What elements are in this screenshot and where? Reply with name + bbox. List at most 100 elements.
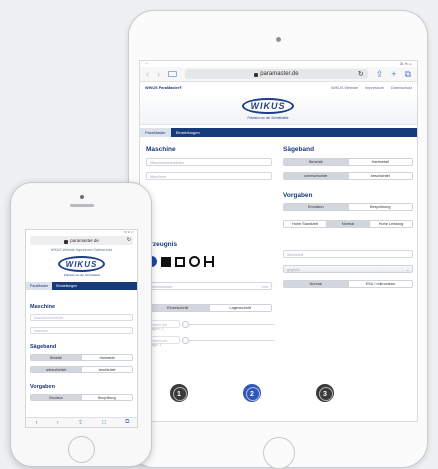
segment-bimetall[interactable]: Bimetall	[31, 355, 81, 360]
material-segment: Bimetall Hartmetall	[283, 158, 413, 166]
tabs-icon[interactable]: ⧉	[405, 69, 411, 79]
segment-lagenschnitt[interactable]: Lagenschnitt	[208, 305, 271, 311]
heading-vorgaben: Vorgaben	[283, 192, 313, 199]
select-value: geglüht	[287, 267, 300, 272]
slider-track	[184, 340, 274, 341]
lock-icon	[64, 239, 69, 244]
heading-vorgaben: Vorgaben	[30, 384, 55, 390]
slider-anzahl-pro-lage: Anzahl pro Lage: 1	[146, 336, 274, 347]
logo-tagline: Präzision an der Schnittstelle	[247, 116, 289, 120]
logo-text: WIKUS	[65, 259, 98, 269]
step-3-button[interactable]: 3	[316, 384, 334, 402]
werkstoff-profile-segment: Normal ESU / mikroclean	[283, 280, 413, 288]
chevron-right-icon[interactable]: ›	[157, 69, 160, 79]
share-icon[interactable]: ⇪	[376, 69, 384, 79]
site-brand: WIKUS ParaMaster®	[145, 86, 182, 90]
address-bar[interactable]: paramaster.de ↻	[30, 236, 133, 245]
segment-hartmetall[interactable]: Hartmetall	[81, 355, 132, 360]
segment-beschichtet[interactable]: beschichtet	[347, 173, 412, 179]
beam-profile-icon[interactable]	[204, 256, 214, 267]
schnitt-segment: Einzelschnitt Lagenschnitt	[146, 304, 272, 312]
heading-maschine: Maschine	[30, 304, 56, 310]
browser-bottom-toolbar: ‹ › ⇪ □ ⧉	[26, 417, 137, 427]
share-icon[interactable]: ⇪	[78, 419, 83, 426]
unit-label: mm	[261, 284, 268, 289]
segment-normal-profile[interactable]: Normal	[284, 281, 348, 287]
battery-status: 31 % ▭	[399, 62, 412, 66]
link-impressum[interactable]: Impressum	[365, 86, 384, 90]
tab-paramaster[interactable]: ParaMaster	[26, 282, 53, 290]
bookmarks-icon[interactable]	[168, 71, 177, 77]
browser-toolbar: ‹ › paramaster.de ↻ ⇪ + ⧉	[140, 67, 417, 82]
iphone-speaker	[70, 204, 94, 207]
coating-segment: unbeschichtet beschichtet	[30, 366, 133, 373]
reload-icon[interactable]: ↻	[358, 70, 364, 78]
slider-handle[interactable]	[182, 321, 189, 328]
segment-esu-mikroclean[interactable]: ESU / mikroclean	[347, 281, 412, 287]
logo-text: WIKUS	[250, 101, 286, 111]
plus-icon[interactable]: +	[391, 69, 396, 79]
coating-segment: unbeschichtet beschichtet	[283, 172, 413, 180]
werkstoff-input[interactable]: Werkstoff	[283, 250, 413, 258]
heading-saegeband: Sägeband	[30, 344, 57, 350]
chevron-left-icon[interactable]: ‹	[36, 420, 38, 426]
logo-band: WIKUS Präzision an der Schnittstelle	[140, 92, 417, 125]
maschine-input[interactable]: Maschine	[30, 327, 133, 334]
site-header: WIKUS ParaMaster® WIKUS Website Impressu…	[140, 84, 417, 92]
wikus-logo: WIKUS	[242, 98, 294, 114]
lock-icon	[254, 73, 259, 77]
heading-maschine: Maschine	[146, 146, 176, 153]
segment-normal[interactable]: Normal	[326, 221, 369, 227]
kuehlung-segment: Emulsion Besprühung	[283, 203, 413, 211]
tabs-icon[interactable]: ⧉	[125, 419, 129, 426]
reload-icon[interactable]: ↻	[127, 237, 131, 243]
durchmesser-input[interactable]: Durchmesser mm	[146, 282, 272, 290]
status-bar: 71 % ▭	[123, 230, 134, 234]
main-tabbar: ParaMaster Einstellungen	[26, 282, 137, 290]
segment-bespruehung[interactable]: Besprühung	[347, 204, 412, 210]
segment-beschichtet[interactable]: beschichtet	[81, 367, 132, 372]
slider-handle[interactable]	[182, 337, 189, 344]
link-wikus-website[interactable]: WIKUS Website	[331, 86, 358, 90]
heading-saegeband: Sägeband	[283, 146, 315, 153]
segment-unbeschichtet[interactable]: unbeschichtet	[31, 367, 81, 372]
tab-einstellungen[interactable]: Einstellungen	[52, 282, 81, 290]
logo-tagline: Präzision an der Schnittstelle	[63, 273, 101, 277]
segment-unbeschichtet[interactable]: unbeschichtet	[284, 173, 348, 179]
slider-anzahl-lagen: Anzahl der Lagen: 1	[146, 320, 274, 331]
iphone-device: 71 % ▭ paramaster.de ↻ WIKUS Website Imp…	[10, 182, 152, 467]
device-mockup-scene: ◠ 31 % ▭ ‹ › paramaster.de ↻ ⇪ + ⧉ WIKUS…	[0, 0, 438, 469]
chevron-right-icon[interactable]: ›	[57, 420, 59, 426]
segment-hohe-standzeit[interactable]: Hohe Standzeit	[284, 221, 326, 227]
header-links: WIKUS Website Impressum Datenschutz	[331, 86, 412, 90]
iphone-screen: 71 % ▭ paramaster.de ↻ WIKUS Website Imp…	[25, 229, 138, 428]
step-1-button[interactable]: 1	[170, 384, 188, 402]
werkstoff-state-select[interactable]: geglüht ⌄	[283, 265, 413, 273]
tab-paramaster[interactable]: ParaMaster	[140, 128, 171, 137]
material-segment: Bimetall Hartmetall	[30, 354, 133, 361]
square-bar-icon[interactable]	[161, 256, 171, 267]
segment-emulsion[interactable]: Emulsion	[31, 395, 81, 400]
tab-einstellungen[interactable]: Einstellungen	[171, 128, 205, 137]
segment-bespruehung[interactable]: Besprühung	[81, 395, 132, 400]
maschinenhersteller-input[interactable]: Maschinenhersteller	[30, 314, 133, 321]
chevron-left-icon[interactable]: ‹	[146, 69, 149, 79]
step-2-button[interactable]: 2	[243, 384, 261, 402]
slider-track	[184, 324, 274, 325]
maschine-input[interactable]: Maschine	[146, 172, 272, 180]
segment-einzelschnitt[interactable]: Einzelschnitt	[147, 305, 209, 311]
url-text: paramaster.de	[70, 238, 99, 243]
segment-hartmetall[interactable]: Hartmetall	[347, 159, 412, 165]
square-tube-icon[interactable]	[175, 256, 185, 267]
bookmarks-icon[interactable]: □	[102, 420, 106, 426]
round-tube-icon[interactable]	[189, 256, 200, 267]
ipad-screen: ◠ 31 % ▭ ‹ › paramaster.de ↻ ⇪ + ⧉ WIKUS…	[139, 60, 418, 422]
segment-bimetall[interactable]: Bimetall	[284, 159, 348, 165]
iphone-home-button	[68, 436, 95, 463]
segment-hohe-leistung[interactable]: Hohe Leistung	[369, 221, 412, 227]
segment-emulsion[interactable]: Emulsion	[284, 204, 348, 210]
address-bar[interactable]: paramaster.de ↻	[185, 69, 368, 79]
maschinenhersteller-input[interactable]: Maschinenhersteller	[146, 158, 272, 166]
link-datenschutz[interactable]: Datenschutz	[391, 86, 412, 90]
chevron-down-icon: ⌄	[405, 268, 409, 272]
